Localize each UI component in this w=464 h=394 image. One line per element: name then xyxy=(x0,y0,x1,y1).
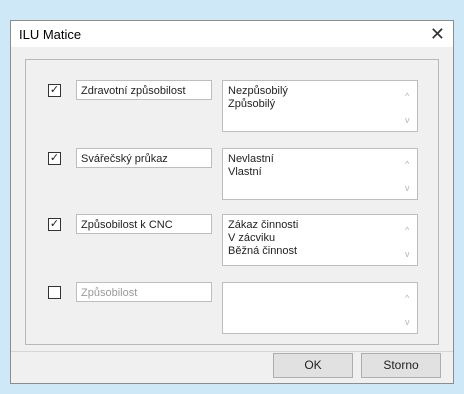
scrollbar: ^ v xyxy=(401,283,417,333)
listbox-zpusobilost: ^ v xyxy=(222,282,418,334)
listbox-zdravotni[interactable]: Nezpůsobilý Způsobilý ^ v xyxy=(222,80,418,132)
row-cnc: ✓ Způsobilost k CNC Zákaz činnosti V zác… xyxy=(26,208,438,268)
scroll-down-icon[interactable]: v xyxy=(405,249,410,259)
scroll-up-icon: ^ xyxy=(405,293,410,303)
row-svarecsky: ✓ Svářečský průkaz Nevlastní Vlastní ^ v xyxy=(26,142,438,202)
scroll-down-icon[interactable]: v xyxy=(405,183,410,193)
scroll-down-icon[interactable]: v xyxy=(405,115,410,125)
list-item[interactable]: Způsobilý xyxy=(228,98,288,111)
row-zdravotni: ✓ Zdravotní způsobilost Nezpůsobilý Způs… xyxy=(26,74,438,134)
listbox-cnc[interactable]: Zákaz činnosti V zácviku Běžná činnost ^… xyxy=(222,214,418,266)
scrollbar[interactable]: ^ v xyxy=(401,215,417,265)
scroll-up-icon[interactable]: ^ xyxy=(405,159,409,169)
list-item[interactable]: Vlastní xyxy=(228,166,274,179)
title-bar: ILU Matice ✕ xyxy=(11,21,453,47)
scrollbar[interactable]: ^ v xyxy=(401,149,417,199)
ok-button[interactable]: OK xyxy=(273,353,353,378)
checkbox-svarecsky[interactable]: ✓ xyxy=(48,152,61,165)
checkbox-cnc[interactable]: ✓ xyxy=(48,218,61,231)
label-cnc[interactable]: Způsobilost k CNC xyxy=(76,214,212,234)
listbox-svarecsky[interactable]: Nevlastní Vlastní ^ v xyxy=(222,148,418,200)
list-item[interactable]: Zákaz činnosti xyxy=(228,219,298,232)
row-zpusobilost: Způsobilost ^ v xyxy=(26,276,438,336)
scrollbar[interactable]: ^ v xyxy=(401,81,417,131)
scroll-down-icon: v xyxy=(405,317,410,327)
dialog-title: ILU Matice xyxy=(19,27,82,42)
checkbox-zpusobilost[interactable] xyxy=(48,286,61,299)
settings-group: ✓ Zdravotní způsobilost Nezpůsobilý Způs… xyxy=(25,59,439,345)
list-item[interactable]: Nezpůsobilý xyxy=(228,85,288,98)
scroll-up-icon[interactable]: ^ xyxy=(405,225,409,235)
ilu-matice-dialog: ILU Matice ✕ ✓ Zdravotní způsobilost Nez… xyxy=(10,20,454,384)
label-zdravotni[interactable]: Zdravotní způsobilost xyxy=(76,80,212,100)
list-item[interactable]: V zácviku xyxy=(228,232,298,245)
close-icon[interactable]: ✕ xyxy=(430,23,445,45)
label-svarecsky[interactable]: Svářečský průkaz xyxy=(76,148,212,168)
scroll-up-icon[interactable]: ^ xyxy=(405,91,409,101)
label-zpusobilost: Způsobilost xyxy=(76,282,212,302)
footer-divider xyxy=(11,351,453,352)
list-item[interactable]: Běžná činnost xyxy=(228,245,298,258)
checkbox-zdravotni[interactable]: ✓ xyxy=(48,84,61,97)
cancel-button[interactable]: Storno xyxy=(361,353,441,378)
list-item[interactable]: Nevlastní xyxy=(228,153,274,166)
